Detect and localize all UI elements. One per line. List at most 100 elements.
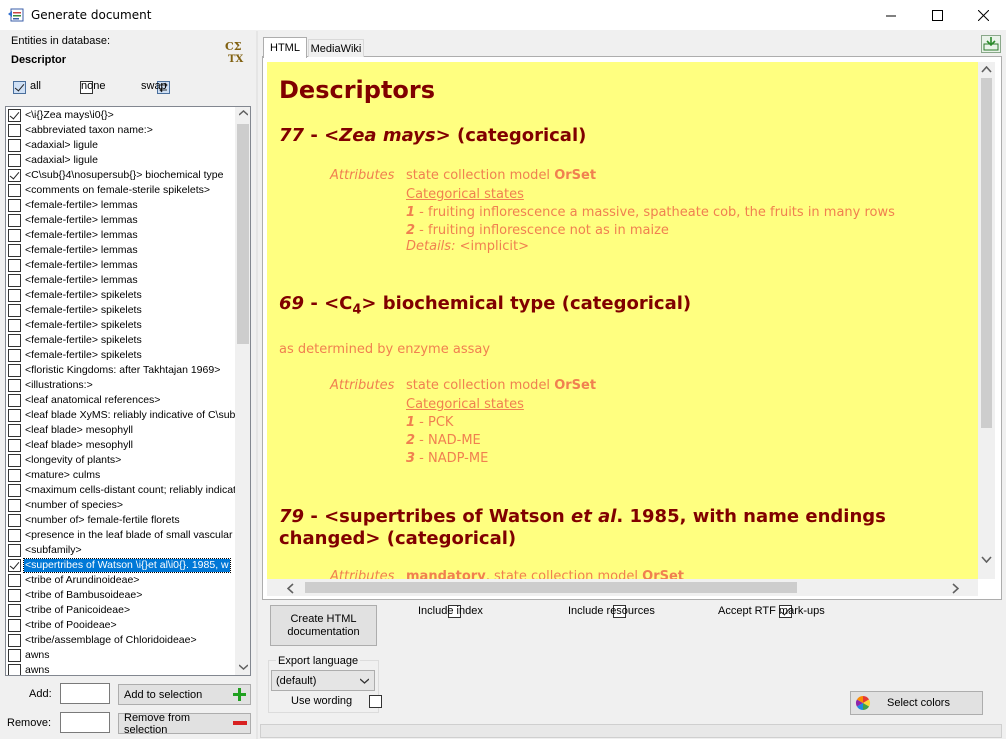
preview-scroll-left-icon[interactable] [287,583,294,594]
list-item[interactable]: <C\sub{}4\nosupersub{}> biochemical type [6,168,235,183]
preview-horizontal-thumb[interactable] [305,582,797,593]
preview-scroll-up-icon[interactable] [981,66,992,73]
scroll-down-icon[interactable] [239,664,248,670]
tab-html[interactable]: HTML [263,37,307,58]
preview-scroll-down-icon[interactable] [981,556,992,563]
list-item[interactable]: <number of species> [6,498,235,513]
list-item[interactable]: <number of> female-fertile florets [6,513,235,528]
list-item-checkbox[interactable] [8,124,21,137]
list-item[interactable]: <illustrations:> [6,378,235,393]
list-item-checkbox[interactable] [8,139,21,152]
list-item-checkbox[interactable] [8,154,21,167]
list-item-checkbox[interactable] [8,169,21,182]
list-item-checkbox[interactable] [8,634,21,647]
list-item[interactable]: <tribe of Arundinoideae> [6,573,235,588]
list-item-checkbox[interactable] [8,409,21,422]
list-item-checkbox[interactable] [8,604,21,617]
list-item[interactable]: <presence in the leaf blade of small vas… [6,528,235,543]
list-item[interactable]: awns [6,663,235,675]
list-item[interactable]: <comments on female-sterile spikelets> [6,183,235,198]
list-item-checkbox[interactable] [8,379,21,392]
panel-splitter[interactable] [256,31,258,739]
list-item-checkbox[interactable] [8,529,21,542]
list-item[interactable]: <leaf anatomical references> [6,393,235,408]
list-item-checkbox[interactable] [8,514,21,527]
list-item[interactable]: <female-fertile> lemmas [6,198,235,213]
list-item-checkbox[interactable] [8,439,21,452]
list-item[interactable]: <female-fertile> lemmas [6,243,235,258]
entity-list[interactable]: <\i{}Zea mays\i0{}> <abbreviated taxon na… [5,106,251,676]
list-item[interactable]: <mature> culms [6,468,235,483]
list-item[interactable]: <supertribes of Watson \i{}et al\i0{}. 1… [6,558,235,573]
list-scrollbar[interactable] [235,107,250,675]
add-to-selection-button[interactable]: Add to selection [118,684,251,705]
list-item[interactable]: <female-fertile> spikelets [6,318,235,333]
list-item-checkbox[interactable] [8,364,21,377]
list-item-checkbox[interactable] [8,559,21,572]
list-item-checkbox[interactable] [8,244,21,257]
list-item[interactable]: <female-fertile> lemmas [6,213,235,228]
list-item[interactable]: <longevity of plants> [6,453,235,468]
minimize-button[interactable] [868,0,914,31]
list-item-checkbox[interactable] [8,274,21,287]
list-item[interactable]: <floristic Kingdoms: after Takhtajan 196… [6,363,235,378]
list-item[interactable]: <female-fertile> spikelets [6,348,235,363]
remove-input[interactable] [60,712,110,733]
list-item-checkbox[interactable] [8,589,21,602]
list-item[interactable]: <tribe of Panicoideae> [6,603,235,618]
list-item[interactable]: <\i{}Zea mays\i0{}> [6,108,235,123]
list-item-checkbox[interactable] [8,259,21,272]
list-item-checkbox[interactable] [8,289,21,302]
list-item[interactable]: <female-fertile> lemmas [6,228,235,243]
list-item-checkbox[interactable] [8,544,21,557]
close-button[interactable] [960,0,1006,31]
list-item-checkbox[interactable] [8,664,21,675]
list-item[interactable]: <adaxial> ligule [6,153,235,168]
use-wording-checkbox[interactable] [369,695,383,708]
entity-type-icon[interactable]: CΣ TX [222,38,248,64]
list-item[interactable]: <female-fertile> spikelets [6,288,235,303]
list-item[interactable]: <female-fertile> spikelets [6,333,235,348]
list-item[interactable]: <female-fertile> spikelets [6,303,235,318]
preview-scroll-right-icon[interactable] [952,583,959,594]
list-item[interactable]: <subfamily> [6,543,235,558]
list-item-checkbox[interactable] [8,619,21,632]
list-item[interactable]: <leaf blade XyMS: reliably indicative of… [6,408,235,423]
list-item[interactable]: <female-fertile> lemmas [6,258,235,273]
create-html-documentation-button[interactable]: Create HTML documentation [270,605,377,646]
list-item[interactable]: <tribe/assemblage of Chloridoideae> [6,633,235,648]
remove-from-selection-button[interactable]: Remove from selection [118,712,251,736]
tab-mediawiki[interactable]: MediaWiki [308,39,364,57]
list-item-checkbox[interactable] [8,334,21,347]
maximize-button[interactable] [914,0,960,31]
list-item[interactable]: <adaxial> ligule [6,138,235,153]
list-scroll-thumb[interactable] [237,124,249,344]
list-item-checkbox[interactable] [8,349,21,362]
list-item-checkbox[interactable] [8,319,21,332]
select-colors-button[interactable]: Select colors [850,691,983,715]
list-item-checkbox[interactable] [8,649,21,662]
list-item-checkbox[interactable] [8,499,21,512]
list-item[interactable]: <female-fertile> lemmas [6,273,235,288]
list-item-checkbox[interactable] [8,394,21,407]
list-item[interactable]: <leaf blade> mesophyll [6,423,235,438]
html-preview[interactable]: Descriptors 77 - <Zea mays> (categorical… [267,62,978,579]
list-item-checkbox[interactable] [8,199,21,212]
all-checkbox[interactable] [13,81,26,94]
list-item[interactable]: <maximum cells-distant count; reliably i… [6,483,235,498]
export-button[interactable] [981,35,1001,53]
scroll-up-icon[interactable] [239,110,248,116]
list-item[interactable]: <tribe of Pooideae> [6,618,235,633]
list-item-checkbox[interactable] [8,484,21,497]
list-item[interactable]: <abbreviated taxon name:> [6,123,235,138]
list-item-checkbox[interactable] [8,229,21,242]
list-item-checkbox[interactable] [8,214,21,227]
list-item-checkbox[interactable] [8,424,21,437]
list-item-checkbox[interactable] [8,109,21,122]
list-item[interactable]: <tribe of Bambusoideae> [6,588,235,603]
list-item-checkbox[interactable] [8,454,21,467]
list-item-checkbox[interactable] [8,304,21,317]
list-item-checkbox[interactable] [8,184,21,197]
list-item-checkbox[interactable] [8,574,21,587]
list-item[interactable]: <leaf blade> mesophyll [6,438,235,453]
